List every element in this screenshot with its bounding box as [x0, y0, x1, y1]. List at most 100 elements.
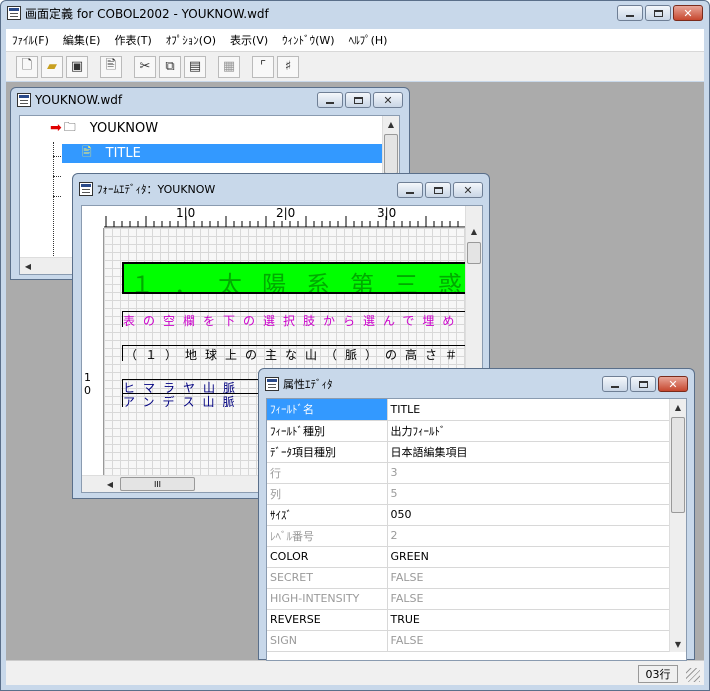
close-icon: ✕ — [668, 377, 678, 391]
prop-key: ｻｲｽﾞ — [267, 504, 388, 526]
field-title-box[interactable]: １．太陽系第三惑星 — [122, 262, 465, 294]
copy-icon: ⧉ — [165, 59, 175, 74]
resize-grip[interactable] — [686, 668, 700, 682]
cut-button[interactable]: ✂ — [134, 55, 156, 78]
property-grid[interactable]: ﾌｨｰﾙﾄﾞ名 TITLE ﾌｨｰﾙﾄﾞ種別 出力ﾌｨｰﾙﾄﾞ ﾃﾞｰﾀ項目種別 日本… — [266, 398, 687, 661]
maximize-button[interactable] — [645, 5, 671, 21]
menu-window[interactable]: ｳｨﾝﾄﾞｳ(W) — [276, 32, 342, 48]
prop-value[interactable]: 050 — [387, 504, 670, 526]
scroll-left-icon[interactable]: ◀ — [20, 258, 36, 274]
paste-button[interactable]: ▤ — [184, 55, 206, 78]
prop-key: SECRET — [267, 567, 388, 589]
tree-connector — [53, 196, 61, 197]
prop-value[interactable]: 出力ﾌｨｰﾙﾄﾞ — [387, 420, 670, 442]
menu-help[interactable]: ﾍﾙﾌﾟ(H) — [343, 32, 396, 48]
open-button[interactable]: ▰ — [41, 55, 63, 78]
vruler-label-1: 1 — [84, 371, 91, 384]
prop-row-size[interactable]: ｻｲｽﾞ 050 — [267, 504, 670, 526]
arrow-right-icon: ➡ — [50, 120, 62, 136]
prop-row-sign[interactable]: SIGN FALSE — [267, 630, 670, 652]
scroll-thumb[interactable]: III — [120, 477, 195, 491]
prop-maximize-button[interactable] — [630, 376, 656, 392]
main-titlebar[interactable]: 画面定義 for COBOL2002 - YOUKNOW.wdf — [1, 1, 709, 25]
scroll-thumb[interactable] — [384, 134, 398, 174]
prop-minimize-button[interactable] — [602, 376, 628, 392]
menu-options[interactable]: ｵﾌﾟｼｮﾝ(O) — [160, 32, 224, 48]
tree-root-item[interactable]: ➡ 🗀 YOUKNOW — [50, 119, 158, 137]
form-window-icon — [79, 182, 93, 196]
prop-key: SIGN — [267, 630, 388, 652]
prop-row-field-type[interactable]: ﾌｨｰﾙﾄﾞ種別 出力ﾌｨｰﾙﾄﾞ — [267, 420, 670, 442]
tree-title: YOUKNOW.wdf — [35, 93, 123, 107]
prop-value[interactable]: TITLE — [387, 399, 670, 421]
app-icon[interactable] — [7, 6, 21, 20]
prop-close-button[interactable]: ✕ — [658, 376, 688, 392]
prop-row-high-intensity[interactable]: HIGH-INTENSITY FALSE — [267, 588, 670, 610]
save-button[interactable]: ▣ — [66, 55, 88, 78]
prop-vscroll[interactable]: ▲ ▼ — [669, 399, 686, 652]
open-folder-icon: ▰ — [47, 59, 57, 74]
edit-doc-button[interactable]: 🖹 — [100, 55, 122, 78]
tree-minimize-button[interactable] — [317, 92, 343, 108]
prop-value[interactable]: TRUE — [387, 609, 670, 631]
grid-button[interactable]: ♯ — [277, 55, 299, 78]
table-button[interactable]: ▦ — [218, 55, 240, 78]
field-row2-text: アンデス山脈 — [123, 395, 243, 407]
close-button[interactable]: ✕ — [673, 5, 703, 21]
prop-value: FALSE — [387, 588, 670, 610]
prop-title: 属性ｴﾃﾞｨﾀ — [283, 378, 333, 391]
menu-view[interactable]: 表示(V) — [224, 32, 276, 48]
prop-row-line[interactable]: 行3 — [267, 462, 670, 484]
scroll-up-icon[interactable]: ▲ — [466, 223, 482, 239]
scroll-up-icon[interactable]: ▲ — [670, 399, 686, 415]
prop-key: ﾃﾞｰﾀ項目種別 — [267, 441, 388, 463]
maximize-icon — [638, 380, 648, 388]
minimize-button[interactable] — [617, 5, 643, 21]
scroll-thumb[interactable] — [467, 242, 481, 264]
prop-value: FALSE — [387, 567, 670, 589]
new-file-button[interactable]: 🗋 — [16, 55, 38, 78]
align-icon: ⌜ — [259, 59, 267, 74]
field-instruction-box[interactable]: 表の空欄を下の選択肢から選んで埋め — [122, 311, 465, 327]
field-instruction-text: 表の空欄を下の選択肢から選んで埋め — [123, 314, 463, 327]
tree-item-selected[interactable]: 🖹 TITLE — [62, 144, 384, 163]
prop-value: 3 — [387, 462, 670, 484]
tree-close-button[interactable]: ✕ — [373, 92, 403, 108]
property-table: ﾌｨｰﾙﾄﾞ名 TITLE ﾌｨｰﾙﾄﾞ種別 出力ﾌｨｰﾙﾄﾞ ﾃﾞｰﾀ項目種別 日本… — [267, 399, 670, 652]
prop-row-reverse[interactable]: REVERSE TRUE — [267, 609, 670, 631]
horizontal-ruler: 1|0 2|0 3|0 — [104, 206, 465, 228]
scroll-up-icon[interactable]: ▲ — [383, 116, 399, 132]
align-button[interactable]: ⌜ — [252, 55, 274, 78]
copy-button[interactable]: ⧉ — [159, 55, 181, 78]
menu-file[interactable]: ﾌｧｲﾙ(F) — [6, 32, 57, 48]
vruler-label-0: 0 — [84, 384, 91, 397]
prop-row-field-name[interactable]: ﾌｨｰﾙﾄﾞ名 TITLE — [267, 399, 670, 421]
maximize-icon — [433, 186, 443, 194]
prop-row-color[interactable]: COLOR GREEN — [267, 546, 670, 568]
scroll-down-icon[interactable]: ▼ — [670, 636, 686, 652]
tree-connector — [53, 176, 61, 177]
field-row2-box[interactable]: アンデス山脈 — [122, 393, 262, 407]
form-maximize-button[interactable] — [425, 182, 451, 198]
prop-row-secret[interactable]: SECRET FALSE — [267, 567, 670, 589]
menu-bar: ﾌｧｲﾙ(F) 編集(E) 作表(T) ｵﾌﾟｼｮﾝ(O) 表示(V) ｳｨﾝﾄ… — [6, 29, 704, 51]
menu-edit[interactable]: 編集(E) — [57, 32, 109, 48]
field-row1-box[interactable]: ヒマラヤ山脈 — [122, 379, 262, 393]
prop-value[interactable]: GREEN — [387, 546, 670, 568]
prop-row-data-item-type[interactable]: ﾃﾞｰﾀ項目種別 日本語編集項目 — [267, 441, 670, 463]
prop-row-level-number[interactable]: ﾚﾍﾞﾙ番号 2 — [267, 525, 670, 547]
prop-value[interactable]: 日本語編集項目 — [387, 441, 670, 463]
status-bar: 03行 — [6, 660, 704, 685]
menu-table[interactable]: 作表(T) — [108, 32, 159, 48]
table-icon: ▦ — [222, 59, 236, 74]
form-minimize-button[interactable] — [397, 182, 423, 198]
form-close-button[interactable]: ✕ — [453, 182, 483, 198]
scroll-thumb[interactable] — [671, 417, 685, 513]
prop-row-column[interactable]: 列5 — [267, 483, 670, 505]
scroll-left-icon[interactable]: ◀ — [102, 476, 118, 492]
field-question-box[interactable]: （１）地球上の主な山（脈）の高さ＃ — [122, 345, 465, 361]
prop-key: ﾌｨｰﾙﾄﾞ種別 — [267, 420, 388, 442]
folder-icon: 🗀 — [63, 119, 76, 134]
minimize-icon — [406, 192, 414, 194]
tree-maximize-button[interactable] — [345, 92, 371, 108]
